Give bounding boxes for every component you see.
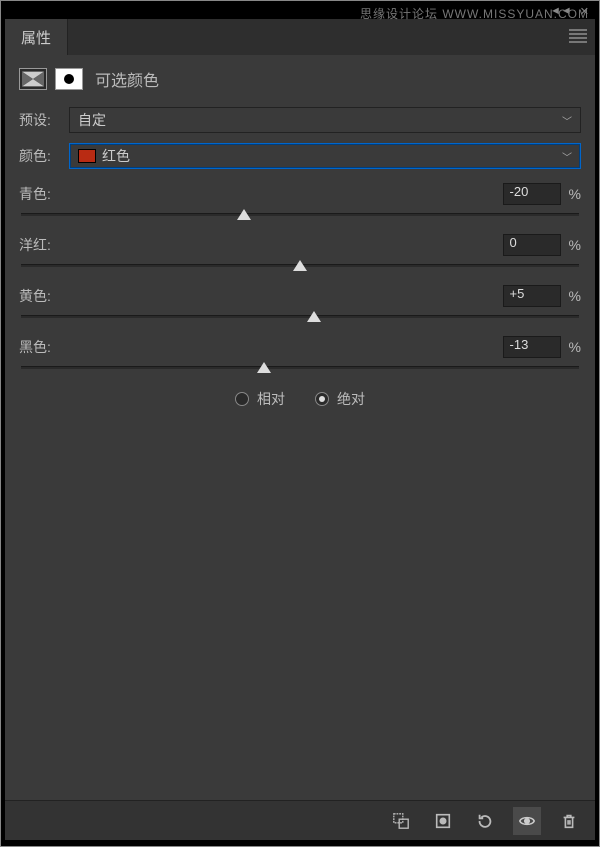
properties-panel: ◄◄✕ 属性 可选颜色 预设: 自定 ﹀ [5,19,595,840]
preset-label: 预设: [19,110,63,130]
magenta-slider[interactable] [21,264,579,267]
chevron-down-icon: ﹀ [562,149,572,164]
slider-label: 洋红: [19,235,51,255]
absolute-radio[interactable]: 绝对 [315,389,365,409]
slider-thumb[interactable] [293,260,307,271]
delete-icon[interactable] [555,807,583,835]
reset-icon[interactable] [471,807,499,835]
black-value-input[interactable]: -13 [503,336,561,358]
slider-label: 青色: [19,184,51,204]
chevron-down-icon: ﹀ [562,113,572,128]
yellow-value-input[interactable]: +5 [503,285,561,307]
color-dropdown[interactable]: 红色 ﹀ [69,143,581,169]
percent-label: % [569,339,581,355]
visibility-icon[interactable] [513,807,541,835]
color-label: 颜色: [19,146,63,166]
preset-value: 自定 [78,110,106,130]
watermark-text: 思缘设计论坛 WWW.MISSYUAN.COM [360,5,589,22]
radio-icon [235,392,249,406]
radio-icon [315,392,329,406]
panel-footer [5,800,595,840]
slider-yellow: 黄色: +5 % [19,285,581,318]
menu-icon[interactable] [569,29,587,43]
cyan-value-input[interactable]: -20 [503,183,561,205]
color-value: 红色 [102,146,130,166]
slider-label: 黄色: [19,286,51,306]
relative-label: 相对 [257,389,285,409]
percent-label: % [569,288,581,304]
slider-thumb[interactable] [307,311,321,322]
adjustment-title: 可选颜色 [95,67,159,91]
cyan-slider[interactable] [21,213,579,216]
preset-dropdown[interactable]: 自定 ﹀ [69,107,581,133]
adjustment-icon[interactable] [19,68,47,90]
magenta-value-input[interactable]: 0 [503,234,561,256]
black-slider[interactable] [21,366,579,369]
slider-cyan: 青色: -20 % [19,183,581,216]
relative-radio[interactable]: 相对 [235,389,285,409]
properties-tab[interactable]: 属性 [5,19,68,55]
percent-label: % [569,237,581,253]
absolute-label: 绝对 [337,389,365,409]
color-swatch [78,149,96,163]
panel-header: 属性 [5,19,595,55]
slider-thumb[interactable] [237,209,251,220]
clip-to-layer-icon[interactable] [387,807,415,835]
slider-black: 黑色: -13 % [19,336,581,369]
slider-magenta: 洋红: 0 % [19,234,581,267]
mask-icon[interactable] [55,68,83,90]
previous-state-icon[interactable] [429,807,457,835]
slider-group: 青色: -20 % 洋红: 0 % [19,183,581,369]
slider-label: 黑色: [19,337,51,357]
yellow-slider[interactable] [21,315,579,318]
percent-label: % [569,186,581,202]
slider-thumb[interactable] [257,362,271,373]
